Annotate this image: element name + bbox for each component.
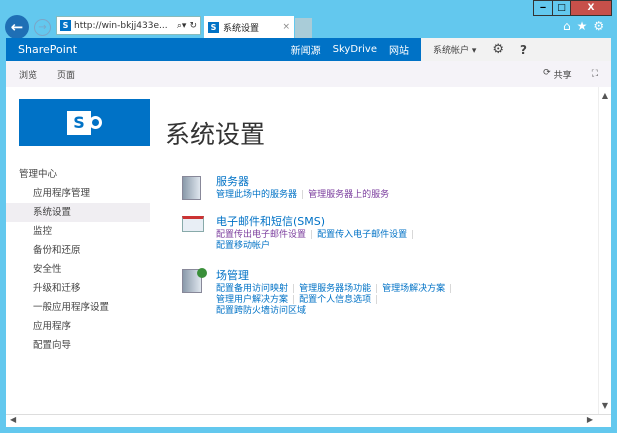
link-farm-solutions[interactable]: 管理场解决方案	[382, 284, 445, 294]
maximize-button[interactable]: □	[552, 0, 571, 16]
tab-system-settings[interactable]: S 系统设置 ×	[204, 16, 294, 38]
help-icon[interactable]: ?	[520, 43, 527, 57]
section-title: 服务器	[216, 175, 249, 188]
section-farm-management: 场管理 配置备用访问映射 | 管理服务器场功能 | 管理场解决方案 | 管理用户解决方案 |…	[182, 267, 456, 317]
focus-on-content-icon[interactable]: ⛶	[592, 69, 598, 79]
link-sites[interactable]: 网站	[389, 42, 409, 57]
link-privacy-options[interactable]: 配置个人信息选项	[299, 295, 371, 305]
tab-title: 系统设置	[223, 23, 260, 34]
content-area: S 系统设置 管理中心 应用程序管理 系统设置 监控 备份和还原 安全性 升级和…	[6, 87, 598, 414]
link-user-solutions[interactable]: 管理用户解决方案	[216, 295, 288, 305]
scroll-left-icon[interactable]: ◀	[10, 415, 16, 424]
tools-icon[interactable]: ⚙	[593, 19, 604, 33]
farm-management-icon	[182, 268, 207, 293]
nav-item-system-settings[interactable]: 系统设置	[6, 203, 150, 222]
email-icon	[182, 216, 204, 232]
link-skydrive[interactable]: SkyDrive	[333, 44, 377, 55]
nav-item-general-settings[interactable]: 一般应用程序设置	[6, 298, 150, 317]
ribbon: 浏览 页面 ⟳ 共享 ⛶	[6, 61, 611, 87]
link-alternate-access-mappings[interactable]: 配置备用访问映射	[216, 284, 288, 294]
user-menu[interactable]: 系统帐户 ▾	[433, 43, 476, 56]
link-mobile-account[interactable]: 配置移动帐户	[216, 241, 270, 251]
section-email-sms: 电子邮件和短信(SMS) 配置传出电子邮件设置 | 配置传入电子邮件设置 | 配置移动…	[182, 213, 418, 252]
vertical-scrollbar[interactable]: ▲ ▼	[598, 87, 611, 414]
refresh-icon[interactable]: ↻	[189, 21, 197, 31]
link-newsfeed[interactable]: 新闻源	[291, 42, 321, 57]
page-title: 系统设置	[165, 120, 266, 149]
left-nav: 管理中心 应用程序管理 系统设置 监控 备份和还原 安全性 升级和迁移 一般应用…	[6, 165, 150, 355]
share-button[interactable]: ⟳ 共享	[543, 68, 572, 81]
forward-button[interactable]: →	[34, 19, 51, 36]
nav-item-upgrade-migration[interactable]: 升级和迁移	[6, 279, 150, 298]
scroll-right-icon[interactable]: ▶	[587, 415, 593, 424]
link-cross-firewall-zone[interactable]: 配置跨防火墙访问区域	[216, 306, 306, 316]
minimize-button[interactable]: ‒	[533, 0, 553, 16]
server-icon	[182, 176, 201, 200]
search-icon[interactable]: ⌕▾	[177, 21, 187, 31]
link-manage-farm-servers[interactable]: 管理此场中的服务器	[216, 190, 297, 200]
site-logo[interactable]: S	[19, 99, 150, 146]
settings-gear-icon[interactable]: ⚙	[492, 42, 504, 57]
nav-item-config-wizards[interactable]: 配置向导	[6, 336, 150, 355]
section-servers: 服务器 管理此场中的服务器 | 管理服务器上的服务	[182, 173, 389, 201]
section-title: 电子邮件和短信(SMS)	[216, 215, 326, 228]
url-text: http://win-bkjj433e...	[74, 20, 168, 31]
section-title: 场管理	[216, 269, 249, 282]
back-button[interactable]: ←	[5, 15, 29, 39]
sharepoint-logo-icon: S	[67, 110, 91, 135]
scroll-down-icon[interactable]: ▼	[599, 401, 611, 410]
favorites-icon[interactable]: ★	[577, 19, 588, 33]
nav-item-apps[interactable]: 应用程序	[6, 317, 150, 336]
share-label: 共享	[553, 70, 572, 81]
sharepoint-favicon-icon: S	[60, 20, 71, 31]
link-farm-features[interactable]: 管理服务器场功能	[299, 284, 371, 294]
link-outgoing-email[interactable]: 配置传出电子邮件设置	[216, 230, 306, 240]
share-icon: ⟳	[543, 67, 551, 78]
tab-browse[interactable]: 浏览	[19, 68, 37, 81]
tab-page[interactable]: 页面	[57, 68, 75, 81]
close-window-button[interactable]: X	[570, 0, 612, 16]
sharepoint-brand[interactable]: SharePoint	[18, 43, 77, 56]
address-bar[interactable]: S http://win-bkjj433e... ⌕▾ ↻	[56, 16, 201, 35]
sharepoint-favicon-icon: S	[208, 21, 219, 33]
nav-item-app-management[interactable]: 应用程序管理	[6, 184, 150, 203]
tab-close-icon[interactable]: ×	[282, 22, 290, 32]
link-manage-services-on-server[interactable]: 管理服务器上的服务	[308, 190, 389, 200]
suite-bar: SharePoint 新闻源 SkyDrive 网站 系统帐户 ▾ ⚙ ?	[6, 38, 611, 61]
link-incoming-email[interactable]: 配置传入电子邮件设置	[317, 230, 407, 240]
horizontal-scrollbar[interactable]: ◀ ▶	[6, 414, 611, 427]
nav-header[interactable]: 管理中心	[6, 165, 150, 184]
nav-item-security[interactable]: 安全性	[6, 260, 150, 279]
nav-item-backup-restore[interactable]: 备份和还原	[6, 241, 150, 260]
home-icon[interactable]: ⌂	[563, 19, 571, 33]
scroll-up-icon[interactable]: ▲	[599, 91, 611, 100]
nav-item-monitoring[interactable]: 监控	[6, 222, 150, 241]
new-tab-button[interactable]	[295, 18, 312, 38]
